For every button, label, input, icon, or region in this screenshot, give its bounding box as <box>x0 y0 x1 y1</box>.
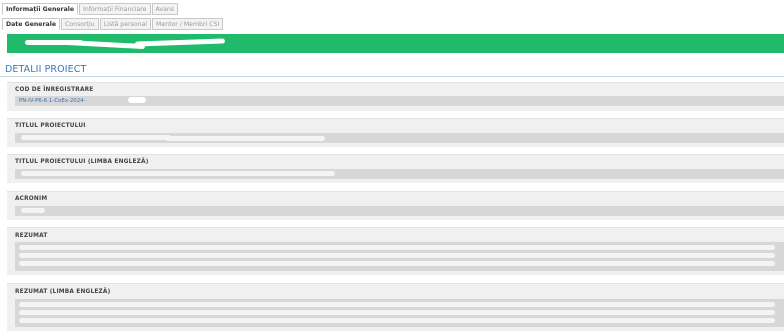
redaction-mark <box>335 261 775 266</box>
main-tabs: Informații Generale Informații Financiar… <box>2 3 178 15</box>
tab-informatii-generale[interactable]: Informații Generale <box>2 3 79 15</box>
project-banner <box>7 34 784 53</box>
field-titlu-en-label: TITLUL PROIECTULUI (LIMBA ENGLEZĂ) <box>15 159 149 165</box>
redaction-mark <box>21 135 171 140</box>
tab-consortiu[interactable]: Consorțiu <box>61 18 99 30</box>
redaction-mark <box>165 136 325 141</box>
cod-value-text: PN-IV-P6-6.1-CoEx-2024- <box>19 98 86 104</box>
redaction-mark <box>385 302 775 307</box>
redaction-mark <box>215 171 335 176</box>
tab-informatii-financiare[interactable]: Informații Financiare <box>79 3 151 15</box>
field-cod-label: COD DE ÎNREGISTRARE <box>15 87 94 93</box>
redaction-mark <box>355 253 775 258</box>
redaction-mark <box>425 318 775 323</box>
redaction-mark <box>19 253 379 258</box>
sub-tabs: Date Generale Consorțiu Listă personal M… <box>2 18 224 30</box>
field-titlu-en-value[interactable] <box>15 169 784 179</box>
tab-date-generale[interactable]: Date Generale <box>2 18 61 30</box>
redaction-mark <box>315 245 775 250</box>
tab-avans[interactable]: Avans <box>151 3 178 15</box>
field-rezumat-en-value[interactable] <box>15 299 784 327</box>
field-cod-value[interactable]: PN-IV-P6-6.1-CoEx-2024- <box>15 96 784 106</box>
field-rezumat-value[interactable] <box>15 242 784 271</box>
field-titlu-value[interactable] <box>15 133 784 143</box>
redacted-banner-text <box>25 38 226 50</box>
redaction-mark <box>128 97 146 103</box>
redaction-mark <box>19 310 319 315</box>
redaction-mark <box>19 261 349 266</box>
field-acronim-value[interactable] <box>15 206 784 216</box>
section-title: DETALII PROIECT <box>5 64 87 75</box>
redaction-mark <box>21 171 221 176</box>
field-titlu-label: TITLUL PROIECTULUI <box>15 123 86 129</box>
field-acronim-label: ACRONIM <box>15 196 48 202</box>
redaction-mark <box>19 318 439 323</box>
field-rezumat-en-label: REZUMAT (LIMBA ENGLEZĂ) <box>15 289 111 295</box>
field-rezumat-label: REZUMAT <box>15 233 48 239</box>
redaction-mark <box>19 245 329 250</box>
section-divider <box>0 76 784 77</box>
redaction-mark <box>305 310 775 315</box>
tab-mentor-membri-csi[interactable]: Mentor / Membri CSI <box>152 18 224 30</box>
redaction-mark <box>19 302 399 307</box>
tab-lista-personal[interactable]: Listă personal <box>99 18 151 30</box>
redaction-mark <box>21 208 45 213</box>
